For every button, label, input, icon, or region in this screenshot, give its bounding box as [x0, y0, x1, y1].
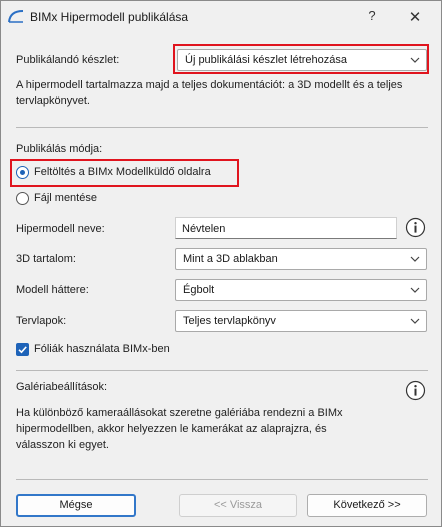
- layers-checkbox[interactable]: [16, 343, 29, 356]
- bimx-arc-icon: [8, 10, 24, 23]
- radio-save-file-indicator[interactable]: [16, 192, 29, 205]
- 3d-content-label: 3D tartalom:: [16, 253, 76, 265]
- model-background-value: Égbolt: [183, 284, 215, 296]
- publish-set-description: A hipermodell tartalmazza majd a teljes …: [16, 79, 403, 107]
- radio-upload-indicator[interactable]: [16, 166, 29, 179]
- publish-set-dropdown[interactable]: Új publikálási készlet létrehozása: [177, 49, 427, 71]
- gallery-description: Ha különböző kameraállásokat szeretne ga…: [16, 407, 343, 451]
- model-name-label: Hipermodell neve:: [16, 223, 105, 235]
- gallery-settings-label: Galériabeállítások:: [16, 381, 108, 393]
- radio-upload-label: Feltöltés a BIMx Modellküldő oldalra: [34, 166, 211, 178]
- layouts-value: Teljes tervlapkönyv: [183, 315, 276, 327]
- chevron-down-icon: [410, 57, 420, 63]
- radio-upload[interactable]: Feltöltés a BIMx Modellküldő oldalra: [16, 165, 226, 181]
- radio-save-file[interactable]: Fájl mentése: [16, 191, 136, 207]
- cancel-button[interactable]: Mégse: [16, 494, 136, 517]
- checkmark-icon: [18, 346, 27, 354]
- close-button[interactable]: ✕: [406, 8, 424, 26]
- model-background-label: Modell háttere:: [16, 284, 89, 296]
- model-name-input[interactable]: [182, 221, 382, 236]
- layouts-dropdown[interactable]: Teljes tervlapkönyv: [175, 310, 427, 332]
- publish-mode-label: Publikálás módja:: [16, 143, 103, 155]
- publish-set-value: Új publikálási készlet létrehozása: [185, 54, 348, 66]
- title-bar[interactable]: BIMx Hipermodell publikálása ? ✕: [1, 1, 441, 32]
- separator: [16, 127, 428, 128]
- separator: [16, 479, 428, 480]
- back-button[interactable]: << Vissza: [179, 494, 297, 517]
- 3d-content-value: Mint a 3D ablakban: [183, 253, 278, 265]
- dialog-window: BIMx Hipermodell publikálása ? ✕ Publiká…: [0, 0, 442, 527]
- next-button[interactable]: Következő >>: [307, 494, 427, 517]
- info-icon[interactable]: [405, 380, 426, 401]
- radio-save-file-label: Fájl mentése: [34, 192, 97, 204]
- 3d-content-dropdown[interactable]: Mint a 3D ablakban: [175, 248, 427, 270]
- model-background-dropdown[interactable]: Égbolt: [175, 279, 427, 301]
- layers-checkbox-label: Fóliák használata BIMx-ben: [34, 343, 170, 355]
- chevron-down-icon: [410, 287, 420, 293]
- chevron-down-icon: [410, 256, 420, 262]
- window-title: BIMx Hipermodell publikálása: [30, 10, 189, 24]
- info-icon[interactable]: [405, 217, 426, 238]
- help-button[interactable]: ?: [365, 8, 379, 24]
- publish-set-label: Publikálandó készlet:: [16, 54, 120, 66]
- chevron-down-icon: [410, 318, 420, 324]
- layouts-label: Tervlapok:: [16, 315, 67, 327]
- model-name-field[interactable]: [175, 217, 397, 239]
- separator: [16, 370, 428, 371]
